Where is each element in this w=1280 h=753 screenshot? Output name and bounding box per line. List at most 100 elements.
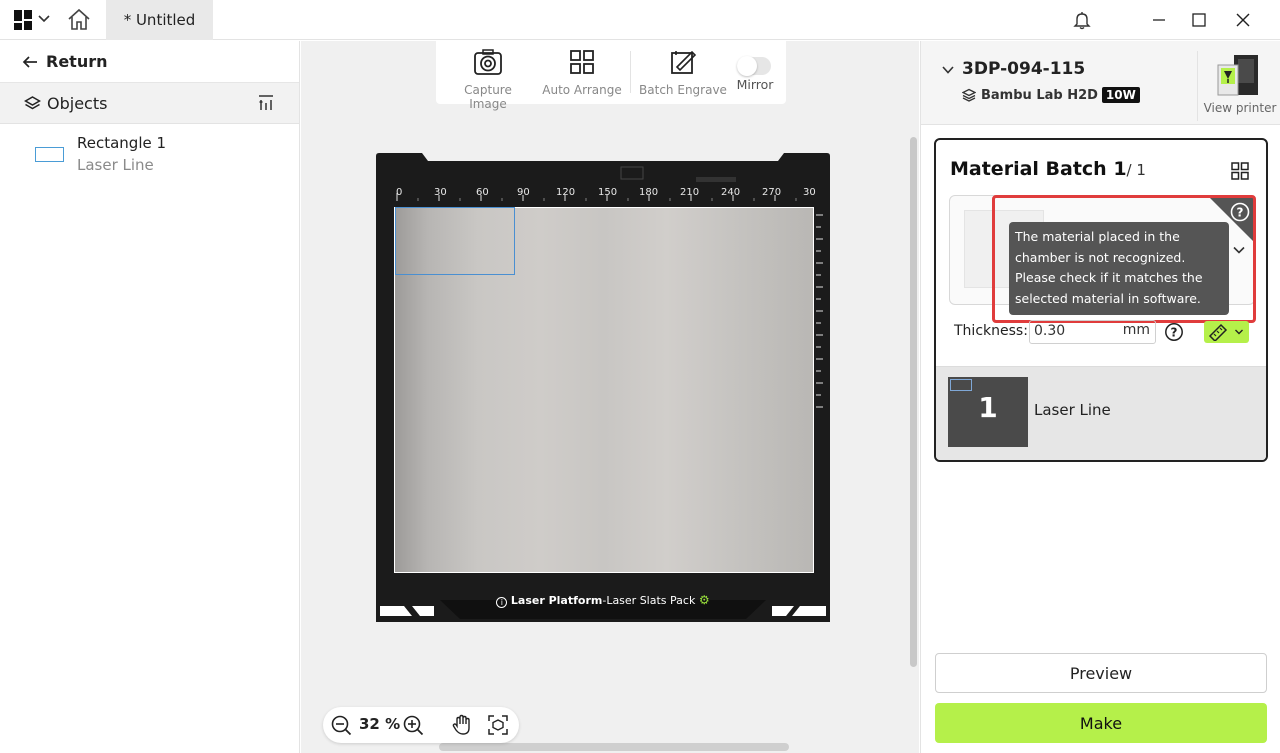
svg-text:?: ? xyxy=(1171,326,1178,340)
laser-platform[interactable]: 0 30 60 90 120 150 180 210 240 270 30 i … xyxy=(376,153,830,622)
ruler-tick: 240 xyxy=(721,187,741,198)
ruler-tick: 120 xyxy=(556,187,576,198)
preview-label: Preview xyxy=(1069,663,1133,683)
zoom-percentage: 32 % xyxy=(359,715,401,733)
layer-thumbnail: 1 xyxy=(948,377,1028,447)
mirror-label: Mirror xyxy=(736,77,774,92)
chevron-down-icon[interactable] xyxy=(37,12,51,26)
objects-header: Objects xyxy=(0,83,299,124)
capture-image-button[interactable]: Capture Image xyxy=(446,47,530,111)
settings-gear-icon: ⚙ xyxy=(698,593,710,607)
auto-arrange-label: Auto Arrange xyxy=(542,83,622,97)
measure-thickness-button[interactable] xyxy=(1204,321,1249,343)
home-icon[interactable] xyxy=(66,8,92,32)
printer-header: 3DP-094-115 Bambu Lab H2D 10W View print… xyxy=(921,41,1280,125)
ruler-tick: 270 xyxy=(762,187,782,198)
objects-label: Objects xyxy=(47,93,108,113)
layers-icon xyxy=(962,88,976,102)
return-button[interactable]: Return xyxy=(0,41,299,83)
batch-title-text: Material Batch 1 xyxy=(950,158,1127,180)
printer-model: Bambu Lab H2D 10W xyxy=(962,87,1140,103)
chevron-down-icon xyxy=(1235,329,1243,335)
arrow-left-icon xyxy=(22,55,37,68)
object-name: Rectangle 1 xyxy=(77,134,167,152)
batch-count: / 1 xyxy=(1126,161,1146,179)
mirror-label-wrap: Mirror xyxy=(732,77,778,97)
help-icon[interactable]: ? xyxy=(1164,322,1184,342)
printer-model-name: Bambu Lab H2D xyxy=(981,87,1098,103)
chevron-down-icon[interactable] xyxy=(941,63,955,77)
thickness-value: 0.30 xyxy=(1034,323,1066,339)
toggle-knob xyxy=(737,56,757,76)
ruler-tick: 30 xyxy=(803,187,816,198)
camera-icon xyxy=(474,49,502,75)
right-panel: 3DP-094-115 Bambu Lab H2D 10W View print… xyxy=(920,41,1280,753)
batch-engrave-icon xyxy=(671,50,697,74)
platform-label-bold: Laser Platform xyxy=(510,594,603,607)
object-list-item[interactable]: Rectangle 1 Laser Line xyxy=(0,131,299,177)
material-batch-card: Material Batch 1/ 1 ? The material place… xyxy=(934,138,1268,462)
make-label: Make xyxy=(1079,713,1123,733)
view-printer-label: View printer xyxy=(1203,101,1277,115)
layer-number: 1 xyxy=(978,391,998,424)
ruler-tick: 30 xyxy=(434,187,447,198)
ruler-tick: 210 xyxy=(680,187,700,198)
grid-view-icon[interactable] xyxy=(1231,162,1249,180)
thickness-label: Thickness: xyxy=(954,323,1028,339)
ruler-icon xyxy=(1208,323,1228,341)
material-warning-tooltip: The material placed in the chamber is no… xyxy=(1009,222,1229,315)
tab-untitled[interactable]: * Untitled xyxy=(106,0,213,40)
ruler-tick: 0 xyxy=(396,187,403,198)
preview-button[interactable]: Preview xyxy=(935,653,1267,693)
platform-label[interactable]: i Laser Platform-Laser Slats Pack ⚙ xyxy=(376,593,830,608)
rectangle-thumbnail xyxy=(35,147,64,162)
laser-power-badge: 10W xyxy=(1101,87,1140,103)
left-panel: Return Objects Rectangle 1 Laser Line xyxy=(0,41,300,753)
view-printer-button[interactable]: View printer xyxy=(1197,51,1280,121)
return-label: Return xyxy=(46,52,108,71)
rectangle-1-object[interactable] xyxy=(395,207,515,275)
info-icon: i xyxy=(496,597,508,608)
batch-engrave-button[interactable]: Batch Engrave xyxy=(638,47,728,101)
canvas-toolbar: Capture Image Auto Arrange Batch Engrave xyxy=(436,41,786,111)
ruler-tick: 90 xyxy=(517,187,530,198)
batch-engrave-label: Batch Engrave xyxy=(639,83,727,97)
tab-title: * Untitled xyxy=(123,11,196,29)
platform-label-rest: -Laser Slats Pack xyxy=(602,594,696,607)
zoom-control: 32 % xyxy=(323,707,519,743)
fit-view-icon[interactable] xyxy=(487,714,509,736)
vertical-scrollbar[interactable] xyxy=(910,137,917,667)
layer-name: Laser Line xyxy=(1034,401,1111,419)
maximize-icon[interactable] xyxy=(1189,10,1209,30)
minimize-icon[interactable] xyxy=(1149,10,1169,30)
ruler-tick: 180 xyxy=(639,187,659,198)
notification-bell-icon[interactable] xyxy=(1072,10,1092,30)
close-icon[interactable] xyxy=(1233,10,1253,30)
pan-hand-icon[interactable] xyxy=(451,714,473,736)
thickness-unit: mm xyxy=(1122,322,1150,338)
ruler-tick: 60 xyxy=(476,187,489,198)
toolbar-divider xyxy=(630,51,631,93)
make-button[interactable]: Make xyxy=(935,703,1267,743)
title-bar: * Untitled xyxy=(0,0,1280,40)
grid-icon xyxy=(570,50,594,74)
auto-arrange-button[interactable]: Auto Arrange xyxy=(540,47,624,101)
layers-icon xyxy=(24,95,41,109)
printer-name[interactable]: 3DP-094-115 xyxy=(962,59,1085,79)
capture-image-label: Capture Image xyxy=(464,83,512,111)
horizontal-scrollbar[interactable] xyxy=(439,743,789,751)
zoom-in-icon[interactable] xyxy=(403,715,424,736)
sort-icon[interactable] xyxy=(257,94,275,112)
layer-item[interactable]: 1 Laser Line xyxy=(936,366,1266,460)
app-logo-icon[interactable] xyxy=(14,10,32,30)
thickness-row: Thickness: 0.30 mm ? xyxy=(936,320,1266,360)
thickness-input[interactable]: 0.30 mm xyxy=(1029,320,1156,344)
canvas-area[interactable]: Capture Image Auto Arrange Batch Engrave xyxy=(301,41,919,753)
ruler-tick: 150 xyxy=(598,187,618,198)
mirror-toggle[interactable] xyxy=(737,56,771,76)
layer-thumbnail-shape xyxy=(950,379,972,391)
zoom-out-icon[interactable] xyxy=(331,715,352,736)
batch-title: Material Batch 1/ 1 xyxy=(950,158,1146,180)
printer-icon xyxy=(1217,55,1258,96)
object-type: Laser Line xyxy=(77,156,154,174)
